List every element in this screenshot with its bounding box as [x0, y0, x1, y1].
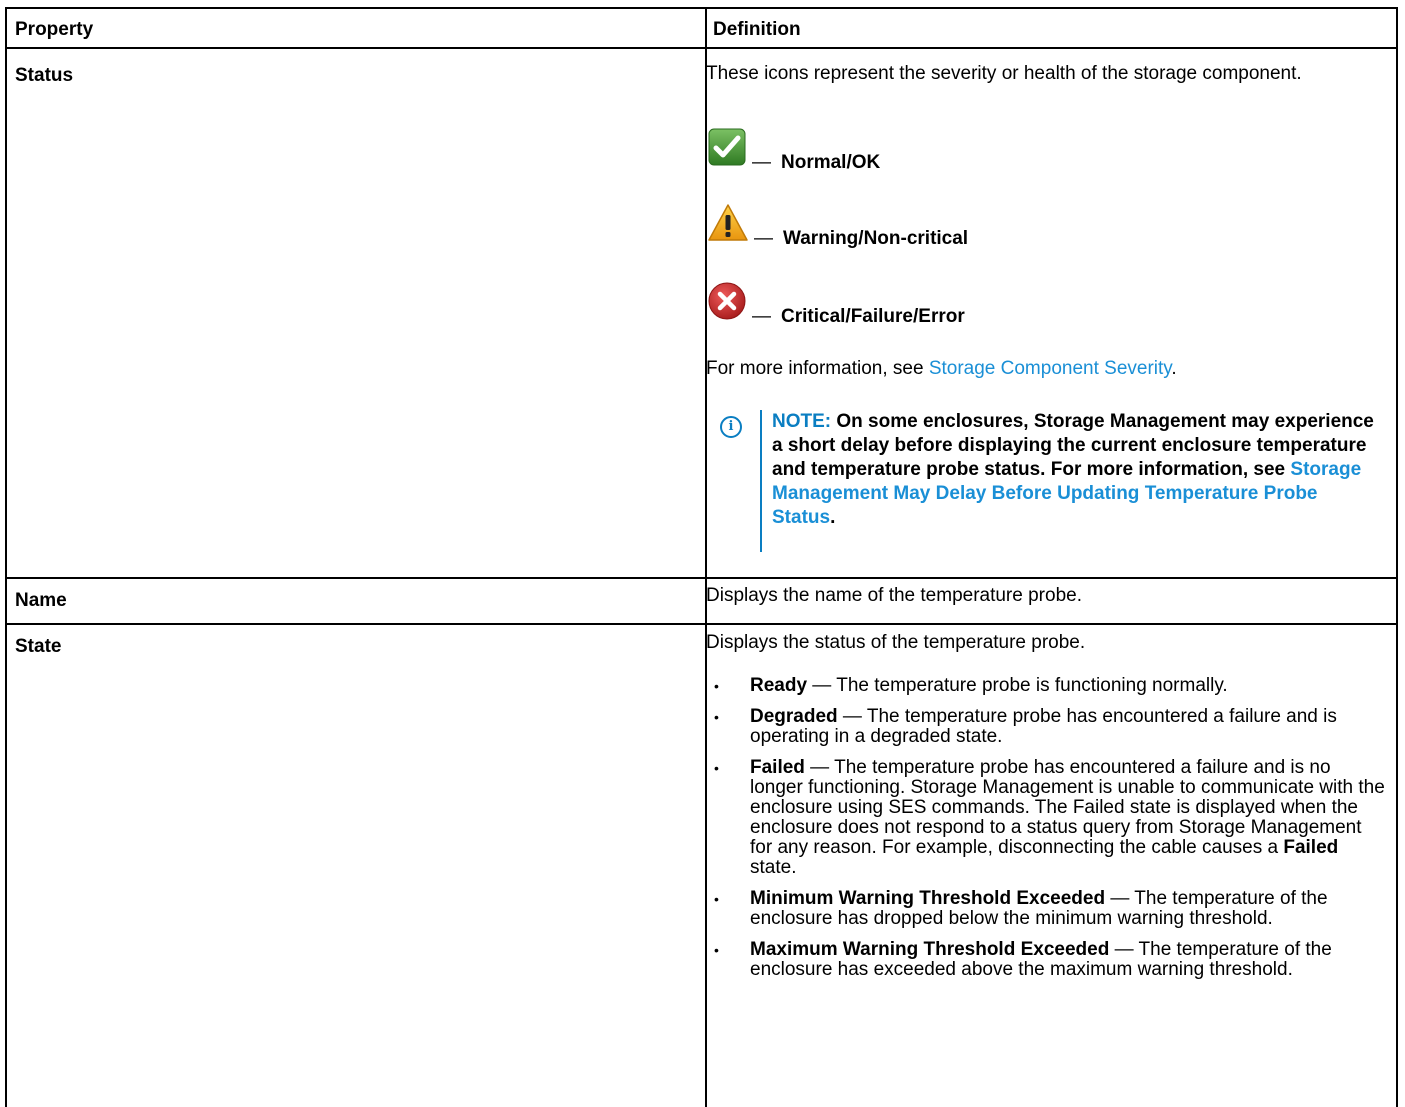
warning-icon	[706, 202, 750, 250]
header-definition: Definition	[713, 19, 801, 40]
severity-normal-label: Normal/OK	[781, 152, 881, 173]
more-info-text: For more information, see Storage Compon…	[706, 358, 1177, 379]
list-item: • Failed — The temperature probe has enc…	[714, 757, 1385, 878]
list-item: • Ready — The temperature probe is funct…	[714, 675, 1228, 696]
note-label: NOTE:	[772, 411, 832, 432]
status-intro: These icons represent the severity or he…	[706, 63, 1302, 84]
header-divider	[7, 47, 1396, 49]
state-list: • Ready — The temperature probe is funct…	[706, 676, 1386, 991]
error-icon	[706, 280, 748, 328]
row-divider	[7, 623, 1396, 625]
check-icon	[706, 126, 748, 174]
header-property: Property	[15, 19, 94, 40]
list-item: • Minimum Warning Threshold Exceeded — T…	[714, 888, 1328, 929]
storage-component-severity-link[interactable]: Storage Component Severity	[929, 358, 1172, 379]
severity-critical: — Critical/Failure/Error	[706, 280, 965, 328]
severity-normal: — Normal/OK	[706, 126, 880, 174]
severity-warning-label: Warning/Non-critical	[783, 228, 969, 249]
note-bar	[760, 410, 762, 552]
note-text: NOTE: On some enclosures, Storage Manage…	[772, 411, 1374, 528]
info-icon: i	[720, 416, 742, 438]
name-label: Name	[15, 590, 67, 611]
name-definition: Displays the name of the temperature pro…	[706, 585, 1082, 606]
severity-warning: — Warning/Non-critical	[706, 202, 968, 250]
row-divider	[7, 577, 1396, 579]
status-label: Status	[15, 65, 74, 86]
list-item: • Degraded — The temperature probe has e…	[714, 706, 1337, 747]
list-item: • Maximum Warning Threshold Exceeded — T…	[714, 939, 1332, 980]
state-label: State	[15, 636, 62, 657]
severity-critical-label: Critical/Failure/Error	[781, 306, 965, 327]
state-intro: Displays the status of the temperature p…	[706, 632, 1086, 653]
